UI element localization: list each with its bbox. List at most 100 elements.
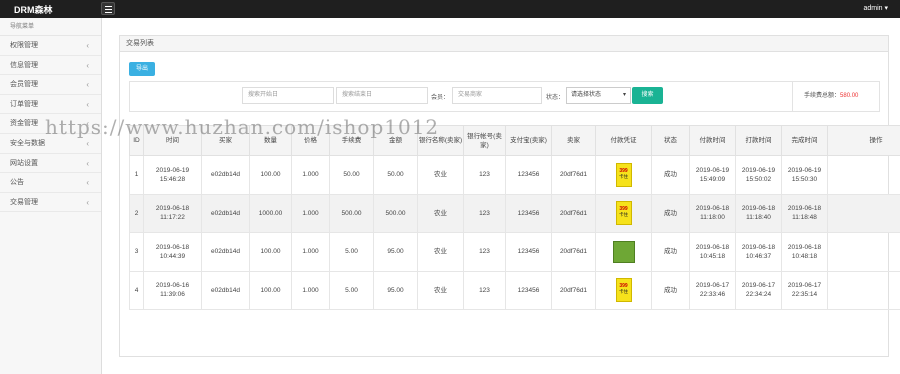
- cell-done: 2019-06-19 15:50:30: [781, 155, 828, 195]
- col-header: 打款时间: [735, 125, 782, 156]
- search-button[interactable]: 搜索: [632, 87, 663, 104]
- cell-seller: 20df76d1: [551, 232, 596, 272]
- cell-amount: 95.00: [373, 270, 418, 310]
- proof-image[interactable]: 399 卡住: [615, 278, 632, 303]
- cell-transfer: 2019-06-18 11:18:40: [735, 193, 782, 233]
- sidebar-item-orders[interactable]: 订单管理 ‹: [0, 95, 101, 115]
- cell-time: 2019-06-19 15:46:28: [143, 155, 202, 195]
- cell-paid: 2019-06-18 11:18:00: [689, 193, 736, 233]
- caret-down-icon: ▾: [622, 92, 626, 98]
- sidebar-item-label: 网站设置: [10, 159, 38, 167]
- chevron-left-icon: ‹: [86, 178, 89, 188]
- proof-image[interactable]: 399 卡住: [615, 201, 632, 226]
- chevron-left-icon: ‹: [86, 158, 89, 168]
- main-content: 交易列表 导出 搜索开始日 搜索结束日 会员： 交易商家 状态： 请选择状态 ▾ …: [102, 18, 900, 374]
- cell-alipay: 123456: [505, 155, 552, 195]
- sidebar: 导航菜单 权限管理 ‹ 信息管理 ‹ 会员管理 ‹ 订单管理 ‹ 资金管理 ‹ 安全与数据…: [0, 18, 102, 374]
- cell-done: 2019-06-17 22:35:14: [781, 270, 828, 310]
- cell-fee: 50.00: [329, 155, 374, 195]
- cell-fee: 500.00: [329, 193, 374, 233]
- table-row: 3 2019-06-18 10:44:39 e02db14d 100.00 1.000 5…: [129, 232, 900, 272]
- chevron-left-icon: ‹: [86, 99, 89, 109]
- cell-buyer: e02db14d: [201, 155, 250, 195]
- cell-amount: 95.00: [373, 232, 418, 272]
- fee-total-label: 手续费总额：: [804, 93, 841, 99]
- trade-list-panel: 交易列表 导出 搜索开始日 搜索结束日 会员： 交易商家 状态： 请选择状态 ▾ …: [119, 35, 900, 357]
- proof-cell: 399 卡住: [595, 270, 652, 310]
- cell-fee: 5.00: [329, 232, 374, 272]
- cell-price: 1.000: [291, 155, 330, 195]
- cell-paid: 2019-06-18 10:45:18: [689, 232, 736, 272]
- cell-account: 123: [463, 232, 506, 272]
- cell-id: 4: [129, 270, 144, 310]
- cell-time: 2019-06-18 11:17:22: [143, 193, 202, 233]
- member-input[interactable]: 交易商家: [452, 87, 542, 104]
- cell-status: 成功: [651, 232, 690, 272]
- proof-caption: 卡住: [619, 173, 628, 179]
- sidebar-item-label: 公告: [10, 179, 24, 187]
- sidebar-item-members[interactable]: 会员管理 ‹: [0, 75, 101, 95]
- cell-transfer: 2019-06-17 22:34:24: [735, 270, 782, 310]
- sidebar-item-label: 安全与数据: [10, 139, 45, 147]
- chevron-left-icon: ‹: [86, 60, 89, 70]
- end-date-input[interactable]: 搜索结束日: [336, 87, 428, 104]
- fee-total-value: 580.00: [840, 93, 859, 99]
- cell-qty: 100.00: [249, 270, 292, 310]
- cell-done: 2019-06-18 11:18:48: [781, 193, 828, 233]
- sidebar-item-trades[interactable]: 交易管理 ‹: [0, 193, 101, 213]
- cell-id: 3: [129, 232, 144, 272]
- brand-logo[interactable]: DRM森林: [14, 3, 53, 16]
- cell-status: 成功: [651, 155, 690, 195]
- cell-op: [827, 155, 900, 195]
- start-date-input[interactable]: 搜索开始日: [242, 87, 334, 104]
- export-button[interactable]: 导出: [129, 62, 155, 76]
- cell-transfer: 2019-06-19 15:50:02: [735, 155, 782, 195]
- proof-cell: [595, 232, 652, 272]
- cell-bank: 农业: [417, 232, 464, 272]
- table-row: 4 2019-06-16 11:39:06 e02db14d 100.00 1.000 5…: [129, 270, 900, 310]
- sidebar-heading: 导航菜单: [0, 18, 101, 36]
- col-header: 付款时间: [689, 125, 736, 156]
- proof-caption: 卡住: [619, 212, 628, 218]
- cell-qty: 100.00: [249, 155, 292, 195]
- cell-qty: 100.00: [249, 232, 292, 272]
- menu-toggle-button[interactable]: [101, 2, 115, 15]
- sidebar-item-permissions[interactable]: 权限管理 ‹: [0, 36, 101, 56]
- filter-bar: 搜索开始日 搜索结束日 会员： 交易商家 状态： 请选择状态 ▾ 搜索 手续费总额…: [129, 81, 880, 112]
- cell-seller: 20df76d1: [551, 155, 596, 195]
- cell-op: [827, 193, 900, 233]
- cell-price: 1.000: [291, 193, 330, 233]
- sidebar-item-label: 订单管理: [10, 100, 38, 108]
- cell-account: 123: [463, 270, 506, 310]
- cell-time: 2019-06-18 10:44:39: [143, 232, 202, 272]
- proof-cell: 399 卡住: [595, 193, 652, 233]
- cell-paid: 2019-06-19 15:49:09: [689, 155, 736, 195]
- sidebar-item-info[interactable]: 信息管理 ‹: [0, 56, 101, 76]
- cell-alipay: 123456: [505, 193, 552, 233]
- sidebar-item-settings[interactable]: 网站设置 ‹: [0, 154, 101, 174]
- status-label: 状态：: [546, 95, 565, 101]
- status-select[interactable]: 请选择状态 ▾: [566, 87, 631, 104]
- user-menu[interactable]: admin ▾: [863, 4, 888, 12]
- status-select-value: 请选择状态: [571, 92, 602, 98]
- sidebar-item-label: 会员管理: [10, 81, 38, 89]
- cell-alipay: 123456: [505, 270, 552, 310]
- cell-alipay: 123456: [505, 232, 552, 272]
- chevron-left-icon: ‹: [86, 41, 89, 50]
- cell-done: 2019-06-18 10:48:18: [781, 232, 828, 272]
- cell-bank: 农业: [417, 155, 464, 195]
- cell-buyer: e02db14d: [201, 270, 250, 310]
- proof-image[interactable]: [612, 240, 635, 263]
- proof-image[interactable]: 399 卡住: [615, 162, 632, 187]
- cell-id: 1: [129, 155, 144, 195]
- table-row: 1 2019-06-19 15:46:28 e02db14d 100.00 1.000 5…: [129, 155, 900, 195]
- chevron-left-icon: ‹: [86, 197, 89, 207]
- col-header: 完成时间: [781, 125, 828, 156]
- col-header: 银行帐号(卖家): [463, 125, 506, 156]
- sidebar-item-notice[interactable]: 公告 ‹: [0, 173, 101, 193]
- cell-transfer: 2019-06-18 10:46:37: [735, 232, 782, 272]
- sidebar-item-label: 权限管理: [10, 42, 38, 49]
- sidebar-item-label: 交易管理: [10, 198, 38, 206]
- cell-buyer: e02db14d: [201, 232, 250, 272]
- watermark-text: https://www.huzhan.com/ishop1012: [45, 115, 440, 139]
